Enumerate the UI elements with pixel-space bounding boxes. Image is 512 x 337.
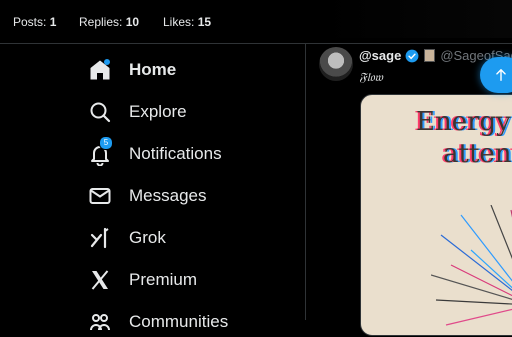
grok-icon [88,226,112,250]
bell-icon: 5 [88,136,113,166]
nav-item-grok[interactable]: Grok [88,223,166,253]
communities-icon [88,310,112,334]
column-divider [305,44,306,320]
nav-item-home[interactable]: Home [88,55,176,85]
post-text: 𝔉𝔩𝔬𝔴 [359,70,383,84]
affiliate-badge-icon [424,49,436,62]
replies-stat-label: Replies: [79,15,123,29]
nav-label-messages: Messages [129,186,207,205]
posts-stat-label: Posts: [13,15,47,29]
nav-label-notifications: Notifications [129,144,222,163]
nav-item-messages[interactable]: Messages [88,181,206,211]
likes-stat-value: 15 [197,15,212,29]
header-shadow [318,0,512,38]
replies-stat-value: 10 [125,15,140,29]
search-icon [88,100,112,124]
post-display-name[interactable]: @sage [359,48,401,63]
nav-label-home: Home [129,60,177,79]
media-title-line2: attent [443,139,512,169]
replies-stat[interactable]: Replies: 10 [79,15,139,29]
unread-dot [104,59,110,65]
verified-badge-icon [405,49,419,62]
home-icon [88,58,112,82]
x-logo-icon [88,268,112,292]
envelope-icon [88,184,112,208]
likes-stat[interactable]: Likes: 15 [163,15,211,29]
media-title-line1: Energy [416,107,511,137]
nav-label-grok: Grok [129,228,166,247]
avatar[interactable] [319,47,353,81]
energy-burst-graphic [431,205,512,326]
nav-label-explore: Explore [129,102,187,121]
post-media-image[interactable]: Energy attent [360,94,512,336]
nav-label-premium: Premium [129,270,198,289]
nav-item-explore[interactable]: Explore [88,97,187,127]
posts-stat-value: 1 [49,15,57,29]
likes-stat-label: Likes: [163,15,195,29]
nav-item-premium[interactable]: Premium [88,265,197,295]
nav-label-communities: Communities [129,312,229,331]
arrow-up-icon [496,69,506,81]
posts-stat[interactable]: Posts: 1 [13,15,56,29]
scroll-to-top-button[interactable] [480,57,512,93]
nav-item-notifications[interactable]: 5 Notifications [88,136,222,169]
notifications-badge: 5 [99,136,113,150]
nav-item-communities[interactable]: Communities [88,307,228,337]
